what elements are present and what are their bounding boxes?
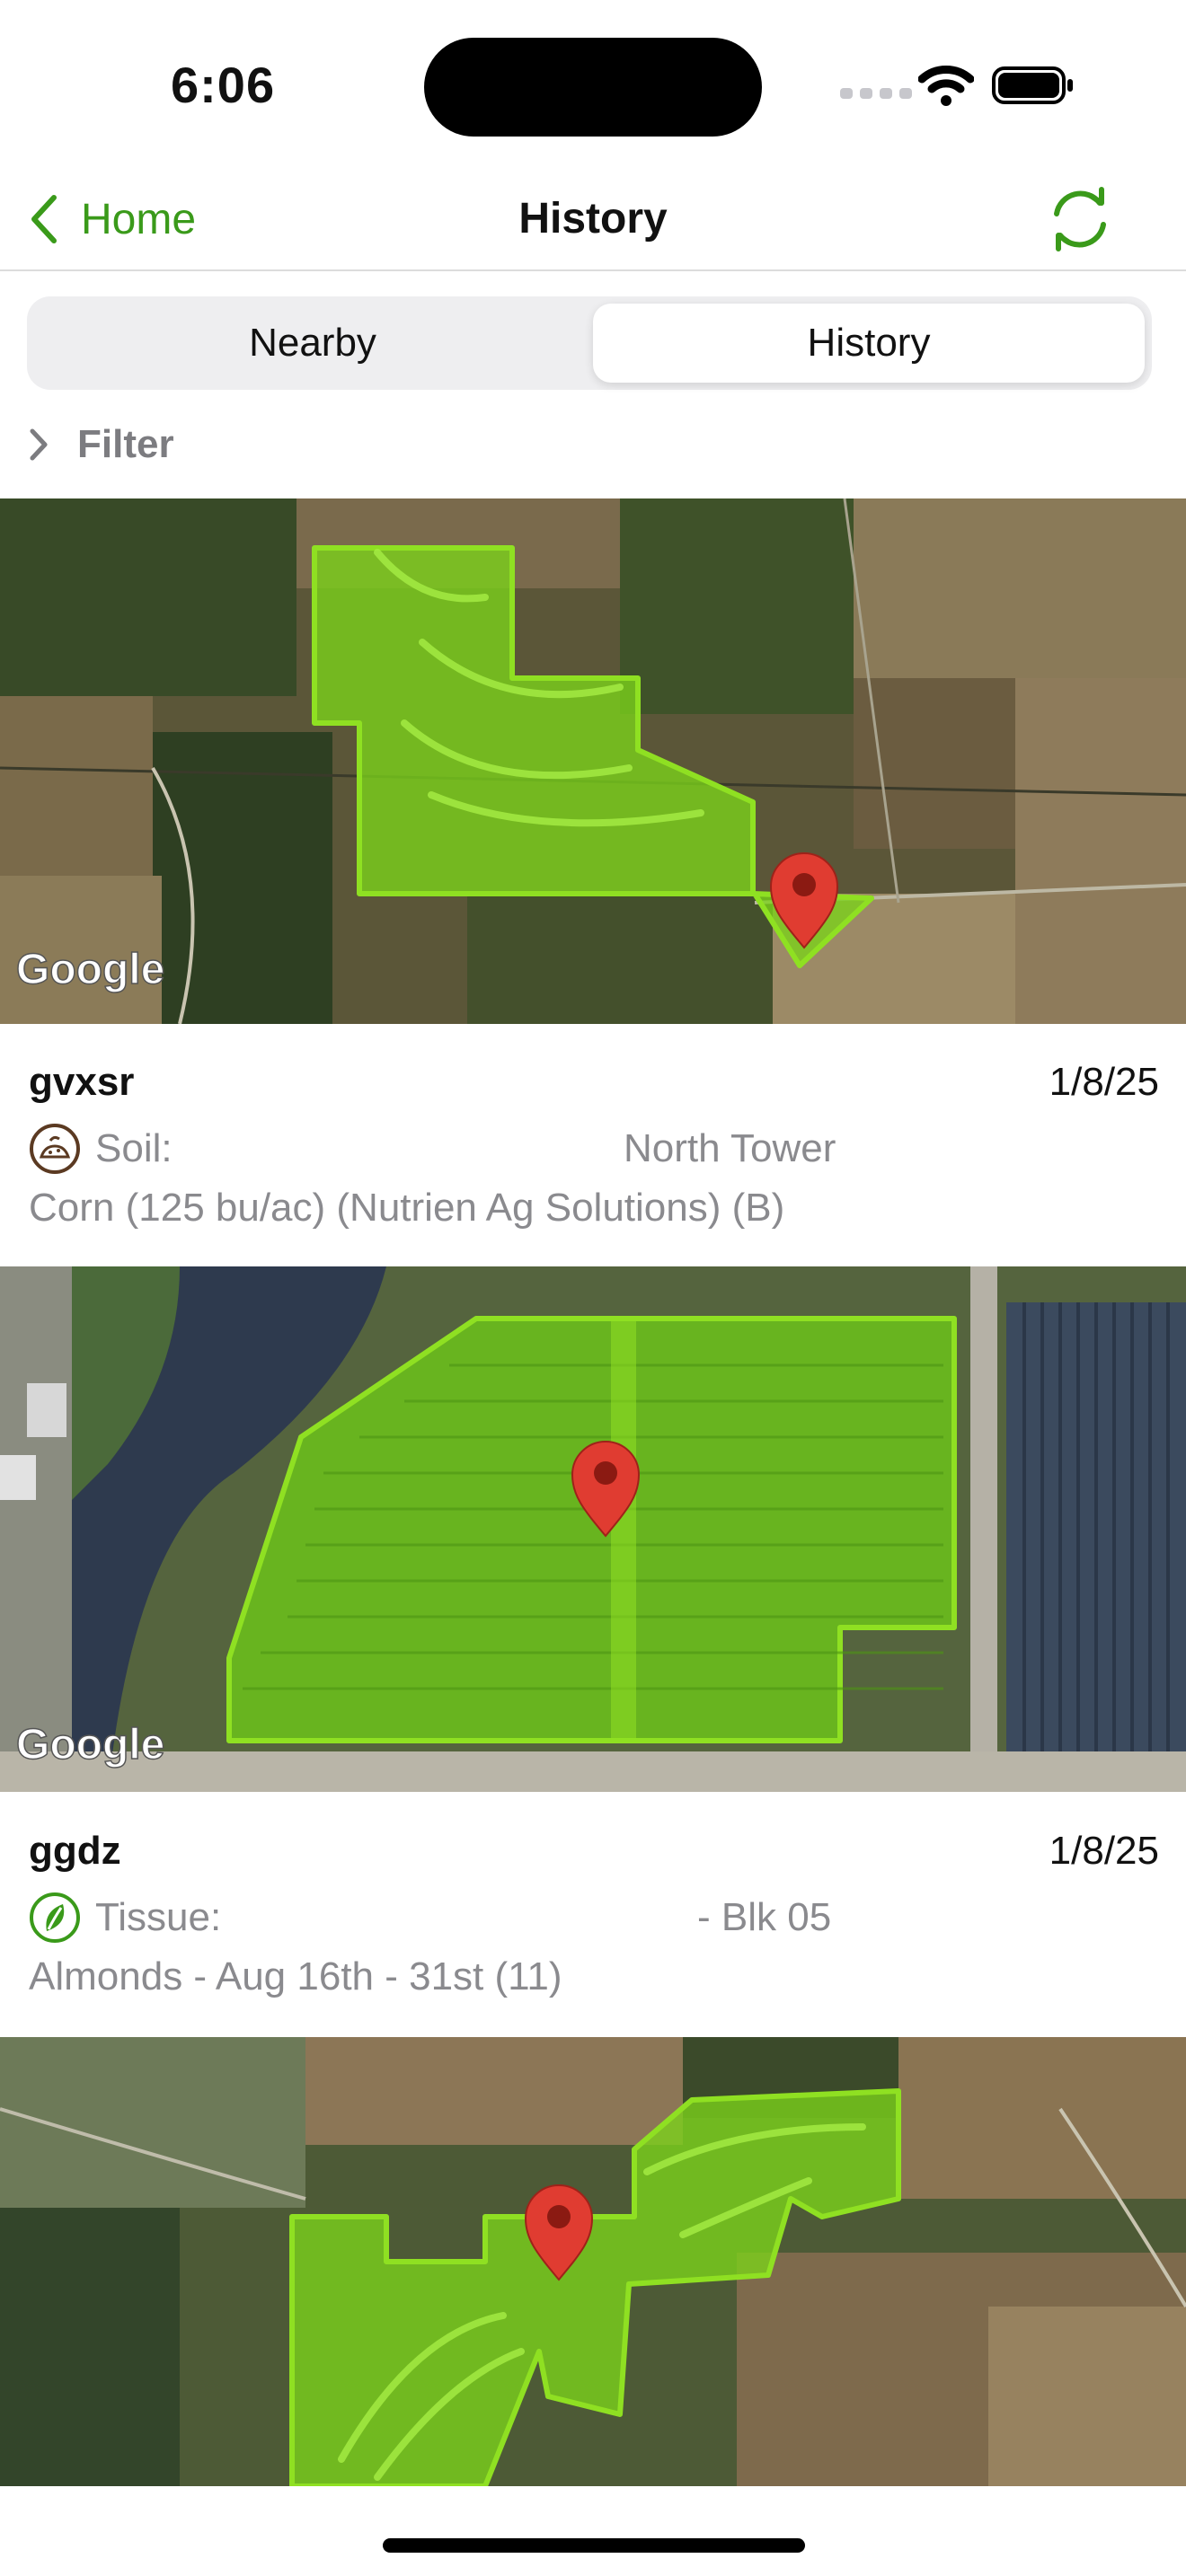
navigation-bar: Home History [0, 171, 1186, 271]
sample-description: Corn (125 bu/ac) (Nutrien Ag Solutions) … [29, 1186, 785, 1230]
history-card-1[interactable]: gvxsr 1/8/25 Soil: North Tower Corn (125… [29, 1060, 1159, 1239]
battery-icon [992, 66, 1073, 104]
google-attribution: Google [16, 1721, 164, 1769]
sample-date: 1/8/25 [1049, 1060, 1159, 1104]
tissue-leaf-icon [30, 1892, 80, 1943]
field-map-thumbnail[interactable]: Google [0, 1266, 1186, 1792]
view-segmented-control: Nearby History [27, 296, 1152, 390]
sample-type-label: Tissue: [95, 1895, 222, 1939]
sample-name: gvxsr [29, 1060, 135, 1104]
satellite-map-image [0, 2037, 1186, 2486]
status-time: 6:06 [171, 57, 276, 113]
sample-type-row: Tissue: - Blk 05 [29, 1892, 1159, 1947]
sample-location: North Tower [624, 1126, 836, 1170]
sample-description: Almonds - Aug 16th - 31st (11) [29, 1954, 562, 1998]
soil-icon [30, 1124, 80, 1174]
chevron-right-icon [30, 428, 48, 461]
field-map-thumbnail[interactable]: Google [0, 498, 1186, 1024]
segment-history[interactable]: History [593, 304, 1145, 383]
field-map-thumbnail[interactable] [0, 2037, 1186, 2486]
segment-nearby[interactable]: Nearby [34, 304, 591, 383]
history-card-2[interactable]: ggdz 1/8/25 Tissue: - Blk 05 Almonds - A… [29, 1829, 1159, 2008]
filter-disclosure[interactable]: Filter [29, 415, 174, 474]
filter-label: Filter [77, 422, 174, 466]
dynamic-island [424, 38, 762, 137]
sample-date: 1/8/25 [1049, 1829, 1159, 1873]
home-indicator[interactable] [383, 2538, 805, 2553]
status-bar: 6:06 [0, 0, 1186, 171]
sample-location: - Blk 05 [697, 1895, 832, 1939]
google-attribution: Google [16, 946, 164, 993]
satellite-map-image: Google [0, 498, 1186, 1024]
cellular-signal-icon [840, 88, 912, 99]
sample-name: ggdz [29, 1829, 121, 1873]
sample-type-label: Soil: [95, 1126, 173, 1170]
satellite-map-image: Google [0, 1266, 1186, 1792]
wifi-icon [918, 66, 974, 106]
page-title: History [518, 195, 668, 243]
sample-type-row: Soil: North Tower [29, 1123, 1159, 1178]
refresh-icon[interactable] [1042, 181, 1118, 257]
